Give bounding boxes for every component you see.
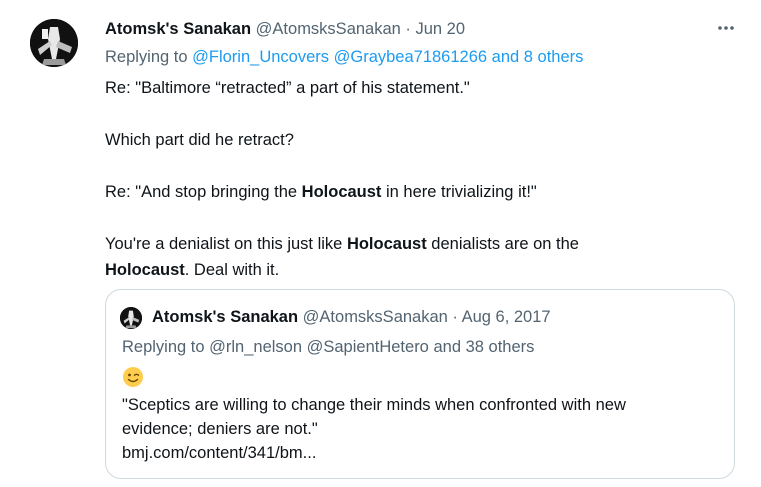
tweet-text: Re: "Baltimore “retracted” a part of his… (105, 75, 725, 283)
tweet-text-line: Holocaust. Deal with it. (105, 261, 280, 279)
quoted-avatar-image (120, 307, 142, 329)
quoted-author-handle: @AtomsksSanakan (302, 308, 448, 326)
more-button[interactable] (712, 14, 740, 42)
quoted-header: Atomsk's Sanakan @AtomsksSanakan · Aug 6… (152, 308, 551, 327)
quoted-avatar (120, 307, 142, 329)
tweet-text-line: Re: "Baltimore “retracted” a part of his… (105, 79, 470, 97)
author-handle[interactable]: @AtomsksSanakan (256, 20, 401, 38)
tweet-date[interactable]: Jun 20 (416, 20, 466, 38)
tweet-header: Atomsk's Sanakan @AtomsksSanakan · Jun 2… (105, 20, 465, 39)
quoted-author-name: Atomsk's Sanakan (152, 308, 299, 326)
winking-face-icon (122, 366, 144, 388)
replying-to-label: Replying to (105, 48, 193, 66)
reply-others-link[interactable]: and 8 others (492, 48, 584, 66)
avatar[interactable] (30, 19, 78, 67)
quoted-reply-others: and 38 others (433, 338, 535, 356)
quoted-reply-user-2: @SapientHetero (306, 338, 429, 356)
tweet-text-line: Which part did he retract? (105, 131, 294, 149)
replying-to: Replying to @Florin_Uncovers @Graybea718… (105, 48, 583, 67)
tweet-text-line: Re: "And stop bringing the Holocaust in … (105, 183, 537, 201)
quoted-text: "Sceptics are willing to change their mi… (122, 393, 722, 465)
quoted-date: Aug 6, 2017 (461, 308, 551, 326)
header-separator: · (400, 20, 416, 38)
more-horizontal-icon (718, 26, 734, 30)
avatar-image (30, 19, 78, 67)
quoted-text-line: "Sceptics are willing to change their mi… (122, 396, 626, 414)
quoted-text-line: evidence; deniers are not." (122, 420, 318, 438)
quoted-replying-to: Replying to @rln_nelson @SapientHetero a… (122, 338, 535, 356)
author-name[interactable]: Atomsk's Sanakan (105, 20, 251, 38)
tweet-text-line: You're a denialist on this just like Hol… (105, 235, 579, 253)
reply-user-link-2[interactable]: @Graybea71861266 (334, 48, 487, 66)
quoted-tweet[interactable]: Atomsk's Sanakan @AtomsksSanakan · Aug 6… (105, 289, 735, 479)
tweet[interactable]: Atomsk's Sanakan @AtomsksSanakan · Jun 2… (0, 0, 761, 487)
quoted-link: bmj.com/content/341/bm... (122, 444, 317, 462)
quoted-separator: · (447, 308, 462, 326)
reply-user-link-1[interactable]: @Florin_Uncovers (192, 48, 329, 66)
quoted-reply-user-1: @rln_nelson (209, 338, 303, 356)
